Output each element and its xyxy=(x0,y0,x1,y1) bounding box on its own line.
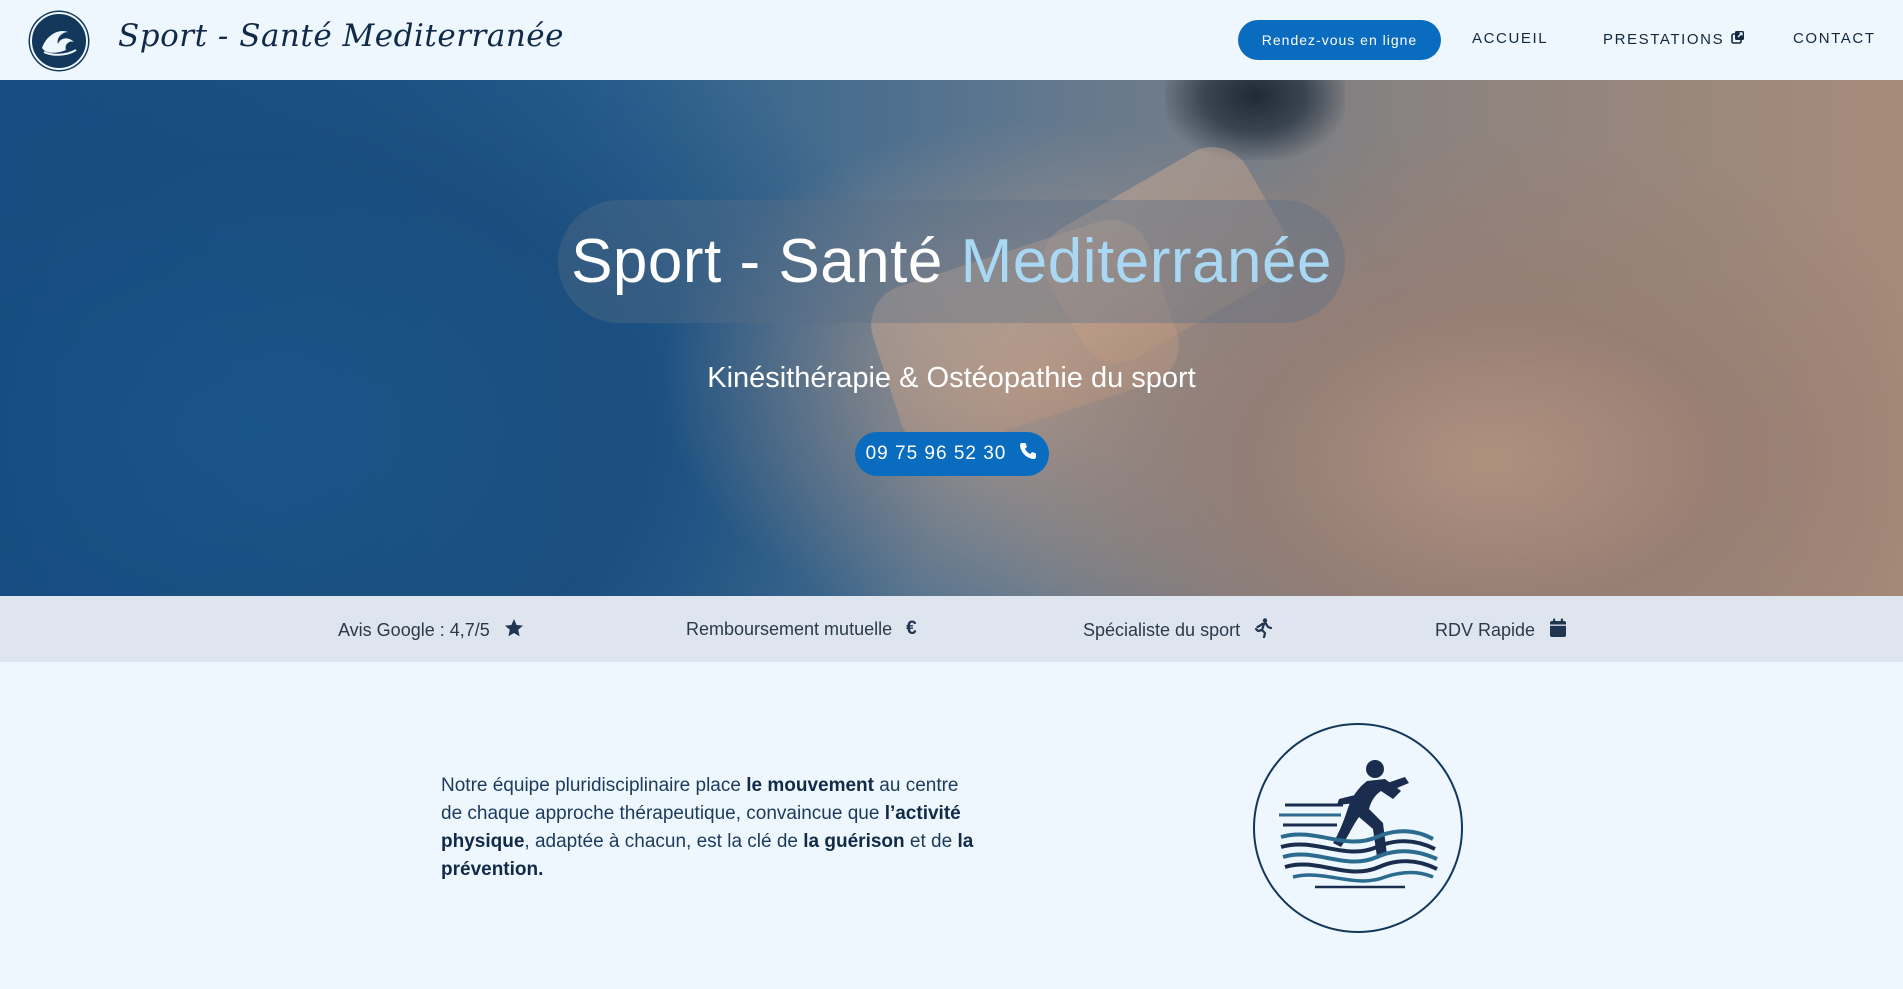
intro-text-4: et de xyxy=(904,831,958,852)
hero-title-accent: Mediterranée xyxy=(960,227,1332,296)
logo-wave-icon[interactable] xyxy=(30,12,88,70)
external-window-icon xyxy=(1731,30,1745,48)
hero-subtitle: Kinésithérapie & Ostéopathie du sport xyxy=(707,362,1196,394)
hero-watch-shape xyxy=(1165,80,1345,160)
intro-text-1: Notre équipe pluridisciplinaire place xyxy=(441,775,747,796)
nav-contact-label: CONTACT xyxy=(1793,30,1876,47)
running-icon xyxy=(1254,618,1273,643)
phone-number: 09 75 96 52 30 xyxy=(865,443,1007,464)
nav-prestations-label: PRESTATIONS xyxy=(1603,30,1725,48)
nav-contact[interactable]: CONTACT xyxy=(1793,30,1876,47)
feature-label: Avis Google : 4,7/5 xyxy=(338,620,490,640)
euro-icon: € xyxy=(906,618,917,639)
intro-paragraph: Notre équipe pluridisciplinaire place le… xyxy=(441,772,981,884)
feature-quick-appointment: RDV Rapide xyxy=(1435,618,1567,643)
brand-name[interactable]: Sport - Santé Mediterranée xyxy=(118,18,564,54)
nav-accueil-label: ACCUEIL xyxy=(1472,30,1549,47)
hero-title: Sport - Santé Mediterranée xyxy=(571,226,1332,297)
feature-label: Spécialiste du sport xyxy=(1083,620,1241,640)
phone-call-button[interactable]: 09 75 96 52 30 xyxy=(855,432,1049,476)
site-header: Sport - Santé Mediterranée Rendez-vous e… xyxy=(0,0,1903,80)
online-appointment-button[interactable]: Rendez-vous en ligne xyxy=(1238,20,1441,60)
intro-bold-healing: la guérison xyxy=(803,831,905,852)
nav-accueil[interactable]: ACCUEIL xyxy=(1472,30,1548,47)
nav-prestations[interactable]: PRESTATIONS xyxy=(1603,30,1745,48)
feature-sport-specialist: Spécialiste du sport xyxy=(1083,618,1273,643)
intro-bold-movement: le mouvement xyxy=(746,775,874,796)
calendar-icon xyxy=(1549,618,1567,643)
feature-mutuelle: Remboursement mutuelle € xyxy=(686,618,917,640)
features-bar: Avis Google : 4,7/5 Remboursement mutuel… xyxy=(0,596,1903,662)
hero-title-main: Sport - Santé xyxy=(571,227,961,296)
feature-label: RDV Rapide xyxy=(1435,620,1536,640)
star-icon xyxy=(504,618,524,643)
feature-google-rating: Avis Google : 4,7/5 xyxy=(338,618,524,643)
runner-wave-emblem-icon xyxy=(1253,723,1463,933)
intro-text-3: , adaptée à chacun, est la clé de xyxy=(524,831,804,852)
hero-banner: Sport - Santé Mediterranée Kinésithérapi… xyxy=(0,80,1903,596)
phone-icon xyxy=(1018,441,1038,467)
feature-label: Remboursement mutuelle xyxy=(686,618,893,639)
hero-title-box: Sport - Santé Mediterranée xyxy=(558,200,1345,323)
